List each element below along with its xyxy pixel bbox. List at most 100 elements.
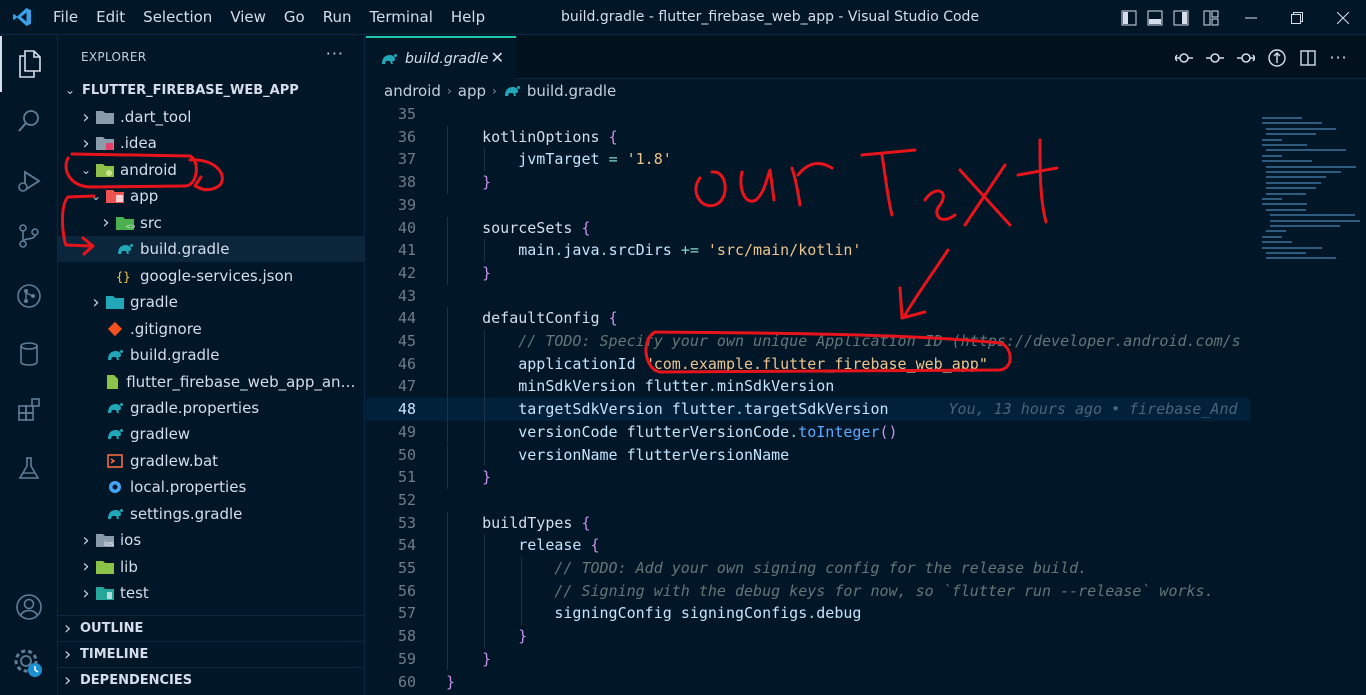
code-token: } <box>482 173 492 192</box>
code-line[interactable]: 53 buildTypes { <box>366 511 1250 535</box>
code-line[interactable]: 54 release { <box>366 534 1250 557</box>
code-token: . <box>789 422 799 441</box>
minimize-window-icon[interactable] <box>1228 0 1274 35</box>
tree-item-gitignore[interactable]: .gitignore <box>58 316 364 342</box>
explorer-sidebar: EXPLORER ··· ⌄ FLUTTER_FIREBASE_WEB_APP … <box>58 36 365 695</box>
code-line[interactable]: 47 minSdkVersion flutter.minSdkVersion <box>366 375 1250 399</box>
tree-item-gradle-properties[interactable]: gradle.properties <box>58 395 364 421</box>
restore-window-icon[interactable] <box>1274 0 1320 35</box>
tree-item-build-gradle[interactable]: build.gradle <box>58 342 364 368</box>
manage-gear-icon[interactable] <box>0 636 58 692</box>
code-line[interactable]: 36 kotlinOptions { <box>366 125 1250 149</box>
database-icon[interactable] <box>0 326 58 382</box>
tree-item-gradlew[interactable]: gradlew <box>58 421 364 447</box>
tree-item-google-services-json[interactable]: {} google-services.json <box>58 263 364 289</box>
menu-bar: File Edit Selection View Go Run Terminal Help <box>44 0 494 35</box>
code-line[interactable]: 60} <box>366 671 1250 694</box>
code-line[interactable]: 37 jvmTarget = '1.8' <box>366 148 1250 172</box>
menu-run[interactable]: Run <box>314 0 361 35</box>
tree-item-ios[interactable]: › ios ios <box>58 527 364 553</box>
section-outline[interactable]: › OUTLINE <box>58 615 364 641</box>
section-dependencies[interactable]: › DEPENDENCIES <box>58 667 364 693</box>
code-token: "com.example.flutter_firebase_web_app" <box>644 354 988 373</box>
code-line[interactable]: 48 targetSdkVersion flutter.targetSdkVer… <box>366 398 1250 421</box>
code-line[interactable]: 38 } <box>366 171 1250 194</box>
tree-item-settings-gradle[interactable]: settings.gradle <box>58 501 364 527</box>
code-line[interactable]: 50 versionName flutterVersionName <box>366 443 1250 467</box>
code-line[interactable]: 46 applicationId "com.example.flutter_fi… <box>366 352 1250 376</box>
code-line[interactable]: 40 sourceSets { <box>366 216 1250 240</box>
tree-item-build-gradle[interactable]: build.gradle <box>58 236 364 263</box>
tree-item-test[interactable]: › test <box>58 580 364 606</box>
extensions-icon[interactable] <box>0 382 58 438</box>
tab-build-gradle[interactable]: build.gradle ✕ <box>366 36 516 79</box>
more-actions-icon[interactable]: ··· <box>326 44 344 63</box>
code-line[interactable]: 56 // Signing with the debug keys for no… <box>366 579 1250 603</box>
toggle-panel-icon[interactable] <box>1142 0 1168 35</box>
code-editor[interactable]: 35 36 kotlinOptions {37 jvmTarget = '1.8'… <box>366 103 1250 695</box>
tree-item-gradlew-bat[interactable]: gradlew.bat <box>58 448 364 474</box>
run-debug-icon[interactable] <box>0 153 58 209</box>
git-compare-icon[interactable] <box>1168 36 1199 79</box>
breadcrumb-file[interactable]: build.gradle <box>527 82 616 100</box>
code-line[interactable]: 49 versionCode flutterVersionCode.toInte… <box>366 420 1250 444</box>
close-tab-icon[interactable]: ✕ <box>491 48 504 67</box>
open-changes-icon[interactable] <box>1261 36 1292 79</box>
toggle-secondary-sidebar-icon[interactable] <box>1168 0 1194 35</box>
menu-view[interactable]: View <box>221 0 275 35</box>
tree-item-android[interactable]: ⌄ android <box>58 157 364 183</box>
menu-go[interactable]: Go <box>275 0 314 35</box>
tree-item-dart-tool[interactable]: › .dart_tool <box>58 104 364 130</box>
code-line[interactable]: 55 // TODO: Add your own signing config … <box>366 557 1250 580</box>
code-token: jvmTarget <box>446 150 609 169</box>
breadcrumb-app[interactable]: app <box>458 82 486 100</box>
tree-item-app[interactable]: ⌄ app <box>58 183 364 209</box>
tree-item-lib[interactable]: › lib <box>58 554 364 580</box>
accounts-icon[interactable] <box>0 579 58 635</box>
code-line[interactable]: 44 defaultConfig { <box>366 307 1250 330</box>
code-line[interactable]: 58 } <box>366 625 1250 648</box>
code-line[interactable]: 51 } <box>366 466 1250 489</box>
git-commit-icon[interactable] <box>1199 36 1230 79</box>
more-actions-icon[interactable]: ··· <box>1323 36 1354 79</box>
source-control-icon[interactable] <box>0 208 58 264</box>
menu-edit[interactable]: Edit <box>87 0 134 35</box>
menu-terminal[interactable]: Terminal <box>361 0 442 35</box>
menu-file[interactable]: File <box>44 0 87 35</box>
code-line[interactable]: 39 <box>366 194 1250 217</box>
search-icon[interactable] <box>0 93 58 149</box>
code-line[interactable]: 35 <box>366 103 1250 126</box>
code-line[interactable]: 45 // TODO: Specify your own unique Appl… <box>366 330 1250 353</box>
toggle-primary-sidebar-icon[interactable] <box>1116 0 1142 35</box>
code-line[interactable]: 43 <box>366 285 1250 308</box>
tree-item-idea[interactable]: › .idea <box>58 130 364 156</box>
menu-selection[interactable]: Selection <box>134 0 221 35</box>
split-editor-icon[interactable] <box>1292 36 1323 79</box>
tree-item-src[interactable]: › <> src <box>58 210 364 236</box>
project-folder[interactable]: ⌄ FLUTTER_FIREBASE_WEB_APP <box>58 78 364 102</box>
git-next-change-icon[interactable] <box>1230 36 1261 79</box>
code-line[interactable]: 52 <box>366 489 1250 512</box>
close-window-icon[interactable] <box>1320 0 1366 35</box>
code-line[interactable]: 41 main.java.srcDirs += 'src/main/kotlin… <box>366 239 1250 262</box>
code-line[interactable]: 59 } <box>366 647 1250 671</box>
code-token: targetSdkVersion <box>446 400 672 419</box>
section-timeline[interactable]: › TIMELINE <box>58 641 364 667</box>
minimap[interactable] <box>1256 103 1366 695</box>
code-token: defaultConfig <box>446 309 609 328</box>
testing-icon[interactable] <box>0 440 58 496</box>
code-text: defaultConfig { <box>446 307 617 330</box>
breadcrumb-android[interactable]: android <box>384 82 441 100</box>
code-token: } <box>446 672 456 691</box>
tree-item-gradle[interactable]: › gradle <box>58 289 364 315</box>
customize-layout-icon[interactable] <box>1194 0 1228 35</box>
explorer-icon[interactable] <box>0 36 58 92</box>
tree-item-flutter-firebase-web-app-andro[interactable]: flutter_firebase_web_app_andro... <box>58 369 364 395</box>
code-token: flutterVersionCode <box>626 422 790 441</box>
chevron-right-icon: › <box>82 106 90 128</box>
tree-item-local-properties[interactable]: local.properties <box>58 474 364 500</box>
code-line[interactable]: 57 signingConfig signingConfigs.debug <box>366 602 1250 626</box>
code-line[interactable]: 42 } <box>366 261 1250 285</box>
git-graph-icon[interactable] <box>0 268 58 324</box>
menu-help[interactable]: Help <box>442 0 494 35</box>
